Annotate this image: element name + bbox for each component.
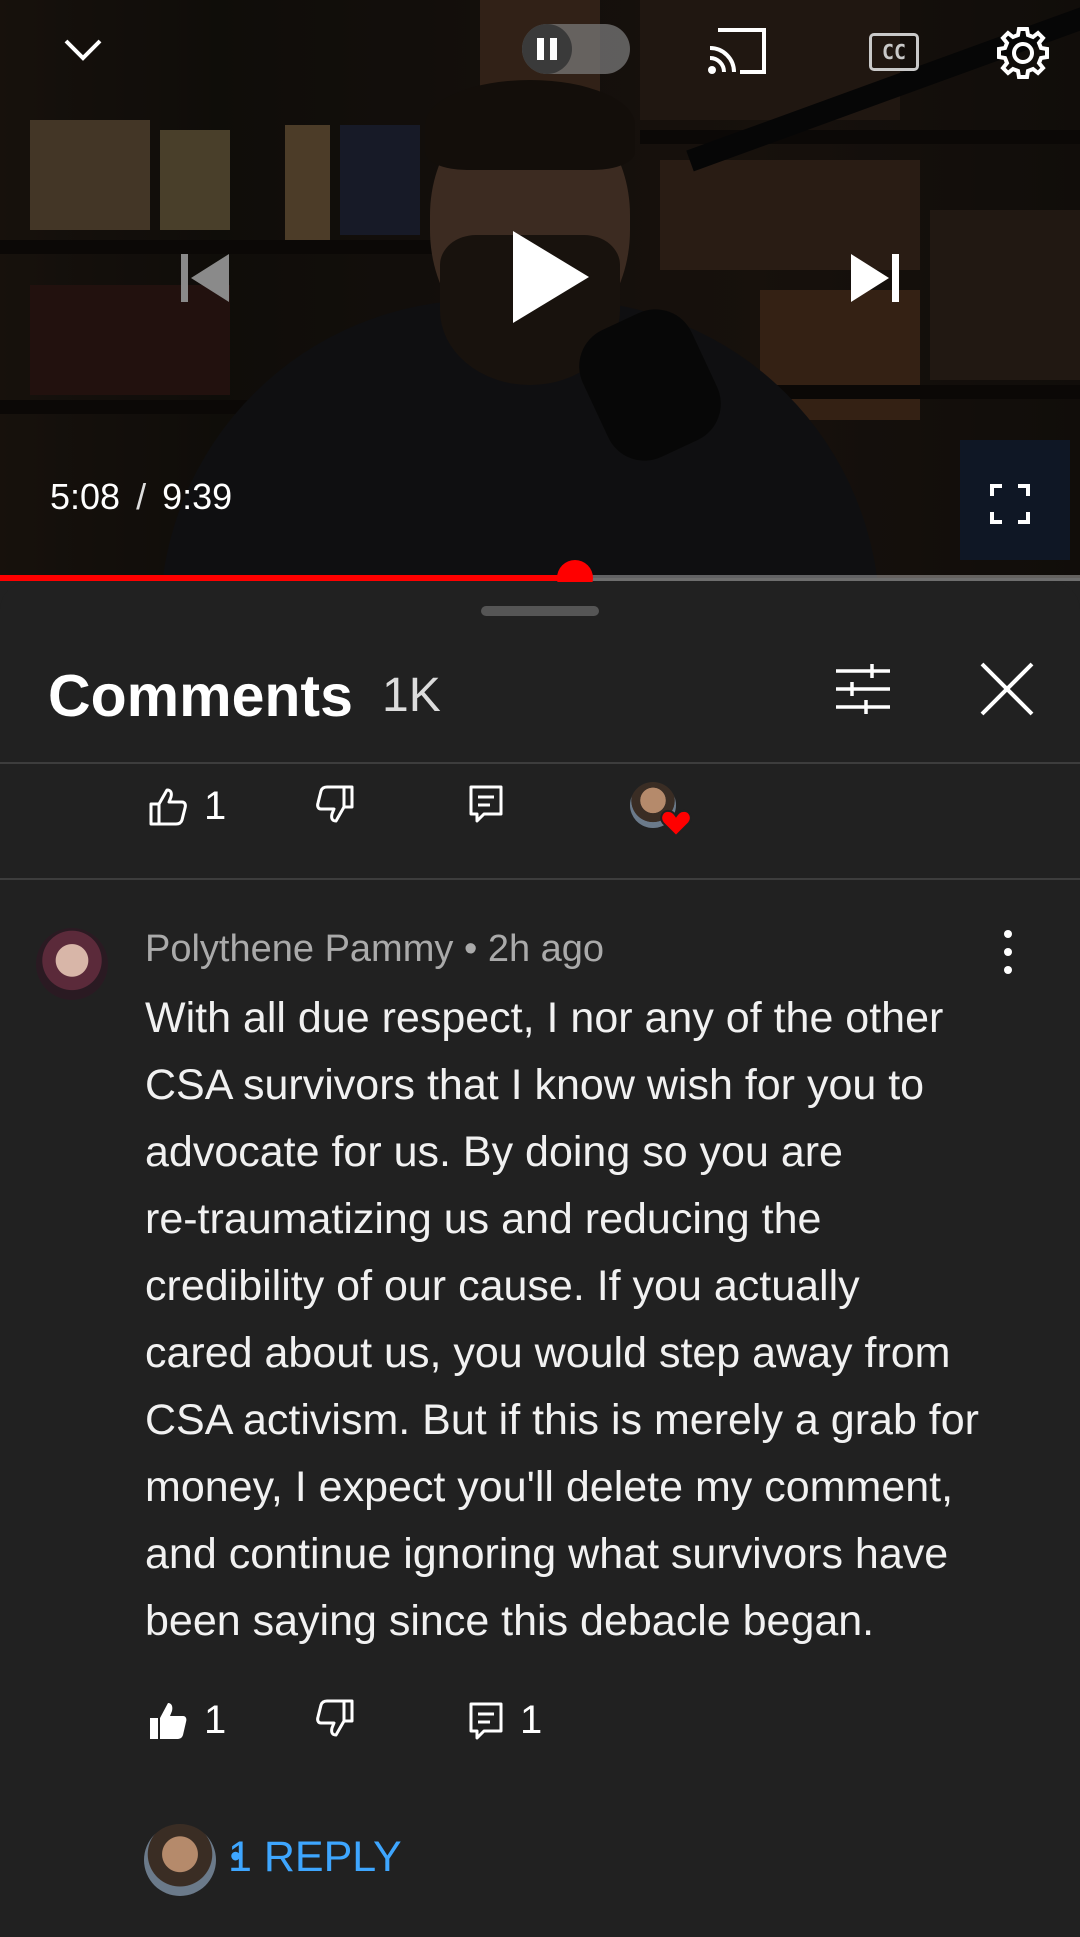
comment-dislike-button[interactable] (315, 1698, 355, 1738)
author-avatar[interactable] (36, 928, 108, 1000)
comment-reply-button[interactable]: 1 (468, 1698, 542, 1743)
thumbs-up-icon (149, 788, 187, 825)
autoplay-toggle[interactable] (522, 24, 630, 74)
play-button[interactable] (500, 222, 600, 332)
previous-button[interactable] (170, 245, 240, 311)
comment-line: advocate for us. By doing so you are (145, 1128, 843, 1176)
comment-line: credibility of our cause. If you actuall… (145, 1262, 860, 1310)
current-time: 5:08 (50, 476, 121, 517)
more-vert-icon (1004, 930, 1012, 974)
duration: 9:39 (162, 476, 233, 517)
comment-line: With all due respect, I nor any of the o… (145, 994, 944, 1042)
skip-previous-icon (181, 254, 229, 302)
close-comments-button[interactable] (976, 658, 1038, 720)
skip-next-icon (851, 254, 899, 302)
comment-menu-button[interactable] (996, 930, 1020, 974)
comment-line: re-traumatizing us and reducing the (145, 1195, 822, 1243)
reply-author-avatar (144, 1824, 216, 1896)
cast-button[interactable] (705, 26, 769, 76)
comment-like-count: 1 (204, 1698, 227, 1742)
fullscreen-button[interactable] (984, 478, 1036, 530)
thumbs-up-filled-icon (150, 1702, 187, 1739)
comment-text: With all due respect, I nor any of the o… (145, 985, 1045, 1655)
close-icon (980, 662, 1034, 716)
thumbs-down-icon (316, 1699, 354, 1737)
prev-like-count: 1 (204, 784, 227, 828)
drag-handle[interactable] (481, 606, 599, 616)
comment-line: CSA activism. But if this is merely a gr… (145, 1396, 979, 1444)
play-icon (513, 231, 589, 323)
cc-label: CC (881, 40, 907, 64)
comment-line: been saying since this debacle began. (145, 1597, 875, 1645)
chevron-down-icon (64, 39, 102, 61)
comment-line: money, I expect you'll delete my comment… (145, 1463, 954, 1511)
comment-meta: Polythene Pammy • 2h ago (145, 928, 604, 971)
reply-comment-icon (469, 1702, 503, 1739)
prev-reply-button[interactable] (468, 784, 504, 824)
sliders-icon (836, 664, 890, 714)
creator-heart-badge-icon (660, 809, 692, 838)
creator-heart-badge (630, 782, 692, 838)
comment-line: and continue ignoring what survivors hav… (145, 1530, 949, 1578)
fullscreen-icon (990, 484, 1030, 524)
comments-count: 1K (382, 669, 441, 722)
progress-fill (0, 575, 575, 581)
comment-like-button[interactable]: 1 (148, 1698, 226, 1743)
comment-reply-count: 1 (520, 1698, 543, 1742)
minimize-button[interactable] (58, 30, 108, 70)
comment-line: CSA survivors that I know wish for you t… (145, 1061, 925, 1109)
comment-author[interactable]: Polythene Pammy (145, 928, 453, 970)
prev-dislike-button[interactable] (315, 784, 355, 824)
settings-button[interactable] (994, 24, 1052, 82)
captions-button[interactable]: CC (866, 30, 922, 74)
comments-title: Comments (48, 663, 353, 729)
sort-filter-button[interactable] (830, 658, 896, 720)
prev-like-button[interactable]: 1 (148, 784, 226, 829)
cast-icon (708, 28, 766, 74)
video-player[interactable]: CC 5:08 / 9:39 (0, 0, 1080, 578)
comment-divider (0, 878, 1080, 880)
time-separator: / (136, 476, 147, 517)
comment-time: 2h ago (487, 928, 605, 970)
autoplay-toggle-icon (522, 24, 572, 74)
thumbs-down-icon (316, 785, 354, 823)
reply-comment-icon (469, 785, 503, 823)
comment-line: cared about us, you would step away from (145, 1329, 951, 1377)
gear-icon (997, 27, 1049, 79)
cc-icon: CC (869, 33, 919, 71)
header-divider (0, 762, 1080, 764)
next-button[interactable] (840, 245, 910, 311)
view-replies-link[interactable]: 1 REPLY (228, 1833, 402, 1882)
meta-separator: • (463, 928, 478, 970)
time-display: 5:08 / 9:39 (50, 476, 232, 518)
